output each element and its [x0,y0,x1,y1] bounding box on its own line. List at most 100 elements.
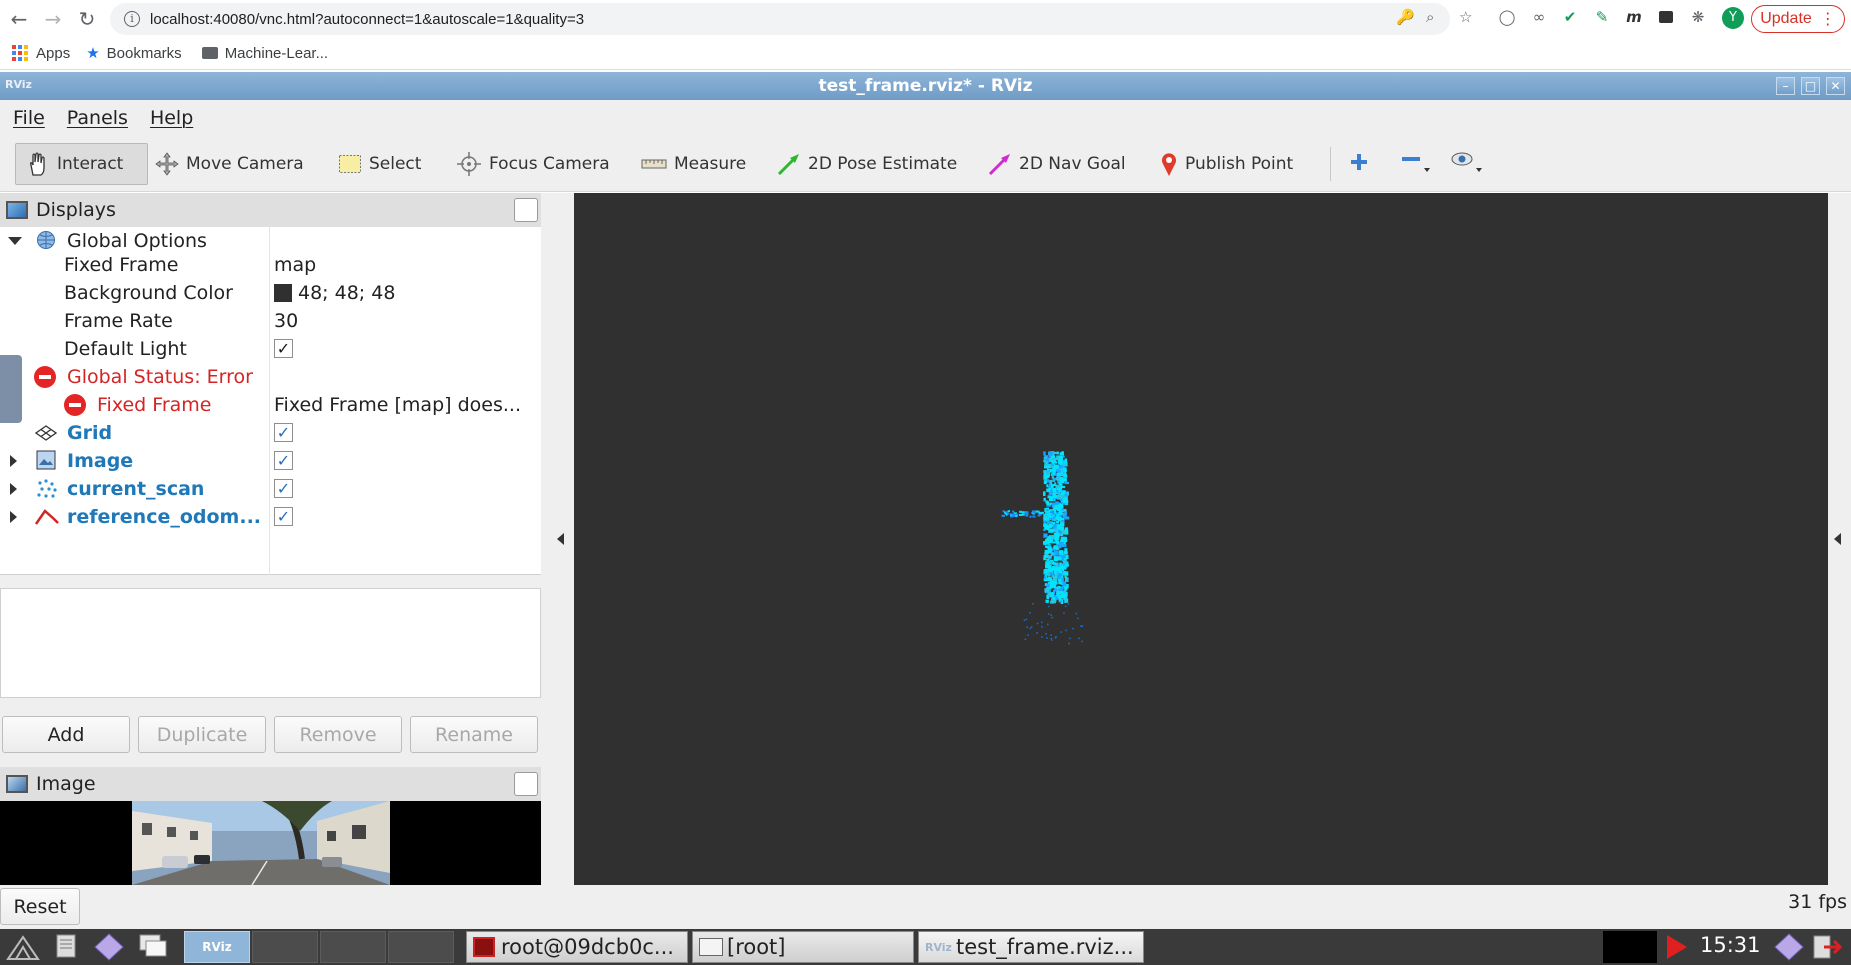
workspace-2[interactable] [252,931,318,963]
bookmark-machine-learning[interactable]: Machine-Lear... [201,45,328,62]
remove-tool-button[interactable] [1400,143,1430,185]
task-terminal[interactable]: root@09dcb0c... [466,931,688,963]
point-cloud-point [1036,622,1039,625]
tree-row-current-scan[interactable]: current_scan ✓ [0,475,541,503]
collapse-left-icon[interactable] [557,533,564,545]
update-button[interactable]: Update ⋮ [1751,5,1845,33]
volume-icon[interactable] [1664,933,1694,961]
extension-check-icon[interactable]: ✔ [1561,8,1579,26]
star-icon[interactable]: ☆ [1459,8,1472,26]
workspace-3[interactable] [320,931,386,963]
tool-publish-point[interactable]: Publish Point [1160,143,1293,185]
extensions-puzzle-icon[interactable]: ❋ [1689,8,1707,26]
logout-icon[interactable] [1812,933,1843,961]
tool-move-camera[interactable]: Move Camera [155,143,304,185]
select-icon [338,153,362,175]
frame-rate-value[interactable]: 30 [274,310,298,332]
start-menu-icon[interactable] [6,933,40,961]
tree-row-background-color[interactable]: Background Color 48; 48; 48 [0,279,541,307]
view-splitter-right[interactable] [1828,193,1851,885]
back-icon[interactable]: ← [4,4,34,34]
workspace-4[interactable] [388,931,454,963]
maximize-icon[interactable]: □ [1801,77,1820,95]
point-cloud-point [1061,585,1065,589]
extension-m-icon[interactable]: m [1625,8,1643,26]
tool-measure[interactable]: Measure [641,143,746,185]
current-scan-checkbox[interactable]: ✓ [274,479,293,498]
tree-row-default-light[interactable]: Default Light ✓ [0,335,541,363]
profile-avatar[interactable]: Y [1722,7,1744,29]
tree-row-status-fixed-frame[interactable]: Fixed Frame Fixed Frame [map] does... [0,391,541,419]
point-cloud-point [1032,603,1034,605]
tree-row-image[interactable]: Image ✓ [0,447,541,475]
background-color-value[interactable]: 48; 48; 48 [274,282,395,304]
window-titlebar[interactable]: RViz test_frame.rviz* - RViz – □ ✕ [0,72,1851,100]
bookmark-label: Bookmarks [106,44,182,62]
menu-help[interactable]: Help [150,107,193,129]
point-cloud-point [1050,614,1052,616]
grid-checkbox[interactable]: ✓ [274,423,293,442]
add-tool-button[interactable] [1348,143,1370,185]
extension-terminal-icon[interactable] [1657,8,1675,26]
3d-render-view[interactable] [574,193,1828,885]
point-cloud-point [1067,603,1070,605]
tree-row-reference-odom[interactable]: reference_odom... ✓ [0,503,541,531]
rename-button[interactable]: Rename [410,716,538,753]
system-tray-area[interactable] [1603,931,1657,963]
menu-panels[interactable]: Panels [67,107,128,129]
expand-arrow-icon[interactable] [10,511,17,523]
minimize-icon[interactable]: – [1776,77,1795,95]
tool-2d-nav-goal[interactable]: 2D Nav Goal [988,143,1126,185]
view-options-button[interactable] [1450,143,1484,185]
extension-pen-icon[interactable]: ✎ [1593,8,1611,26]
bookmark-bookmarks[interactable]: ★ Bookmarks [86,44,182,63]
point-cloud-point [1002,510,1005,513]
point-cloud-point [1045,526,1049,530]
tool-interact[interactable]: Interact [15,143,148,185]
workspace-1[interactable]: RViz [184,931,250,963]
reload-icon[interactable]: ↻ [72,4,102,34]
expand-arrow-icon[interactable] [10,483,17,495]
tree-row-grid[interactable]: Grid ✓ [0,419,541,447]
tool-select[interactable]: Select [338,143,421,185]
menu-file[interactable]: File [13,107,45,129]
point-cloud-point [1058,469,1061,473]
default-light-checkbox[interactable]: ✓ [274,339,293,358]
remove-button[interactable]: Remove [274,716,402,753]
tree-row-fixed-frame[interactable]: Fixed Frame map [0,251,541,279]
expand-arrow-icon[interactable] [10,455,17,467]
reference-odom-checkbox[interactable]: ✓ [274,507,293,526]
expand-arrow-icon[interactable] [8,237,22,245]
close-icon[interactable]: ✕ [1826,77,1845,95]
file-manager-launch-icon[interactable] [54,933,84,961]
background-color-text: 48; 48; 48 [298,282,396,304]
image-undock-checkbox[interactable] [514,772,538,796]
forward-icon[interactable]: → [38,4,68,34]
key-icon[interactable]: 🔑 [1396,8,1415,26]
site-info-icon[interactable]: i [124,11,140,27]
view-splitter-left[interactable] [541,193,574,885]
address-bar[interactable]: i localhost:40080/vnc.html?autoconnect=1… [110,3,1450,35]
tool-2d-pose-estimate[interactable]: 2D Pose Estimate [777,143,957,185]
extension-shield-icon[interactable]: ◯ [1498,8,1516,26]
duplicate-button[interactable]: Duplicate [138,716,266,753]
add-button[interactable]: Add [2,716,130,753]
fixed-frame-value[interactable]: map [274,254,316,276]
point-cloud-point [1058,579,1062,585]
zoom-icon[interactable]: ⌕ [1426,8,1434,26]
bookmark-apps[interactable]: Apps [12,45,70,62]
task-file-manager[interactable]: [root] [692,931,914,963]
collapse-right-icon[interactable] [1834,533,1841,545]
tree-row-global-status[interactable]: Global Status: Error [0,363,541,391]
launcher-diamond-icon[interactable] [1774,933,1804,961]
displays-undock-checkbox[interactable] [514,198,538,222]
extension-link-icon[interactable]: ∞ [1530,8,1548,26]
hand-icon [24,151,50,177]
reset-button[interactable]: Reset [0,888,80,925]
launcher-diamond-icon[interactable] [94,933,124,961]
show-desktop-icon[interactable] [138,933,168,961]
image-checkbox[interactable]: ✓ [274,451,293,470]
tree-row-frame-rate[interactable]: Frame Rate 30 [0,307,541,335]
tool-focus-camera[interactable]: Focus Camera [456,143,610,185]
task-rviz[interactable]: RViz test_frame.rviz... [918,931,1144,963]
